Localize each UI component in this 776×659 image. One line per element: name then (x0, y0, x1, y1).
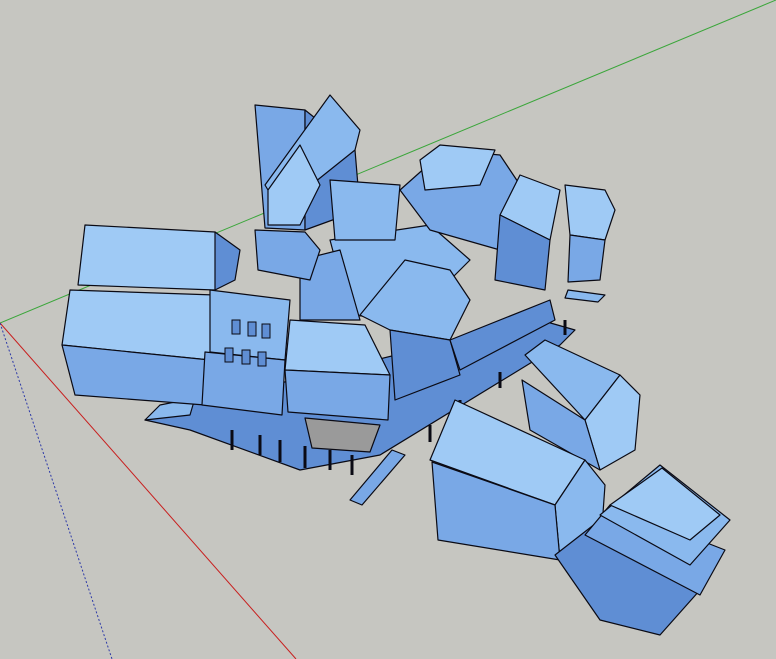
bldg-f-ramp (564, 289, 606, 303)
building-model[interactable] (61, 94, 731, 636)
mid-box-2 (329, 179, 401, 241)
bldg-f-side (567, 234, 606, 283)
bldg-a-roof (77, 224, 236, 291)
bldg-d-front (284, 369, 391, 421)
bldg-f-roof (564, 184, 616, 241)
mid-box (254, 229, 321, 281)
bldg-d-roof (284, 319, 391, 376)
bldg-a-side (214, 231, 241, 291)
3d-viewport[interactable] (0, 0, 776, 659)
model-canvas[interactable] (0, 0, 776, 659)
